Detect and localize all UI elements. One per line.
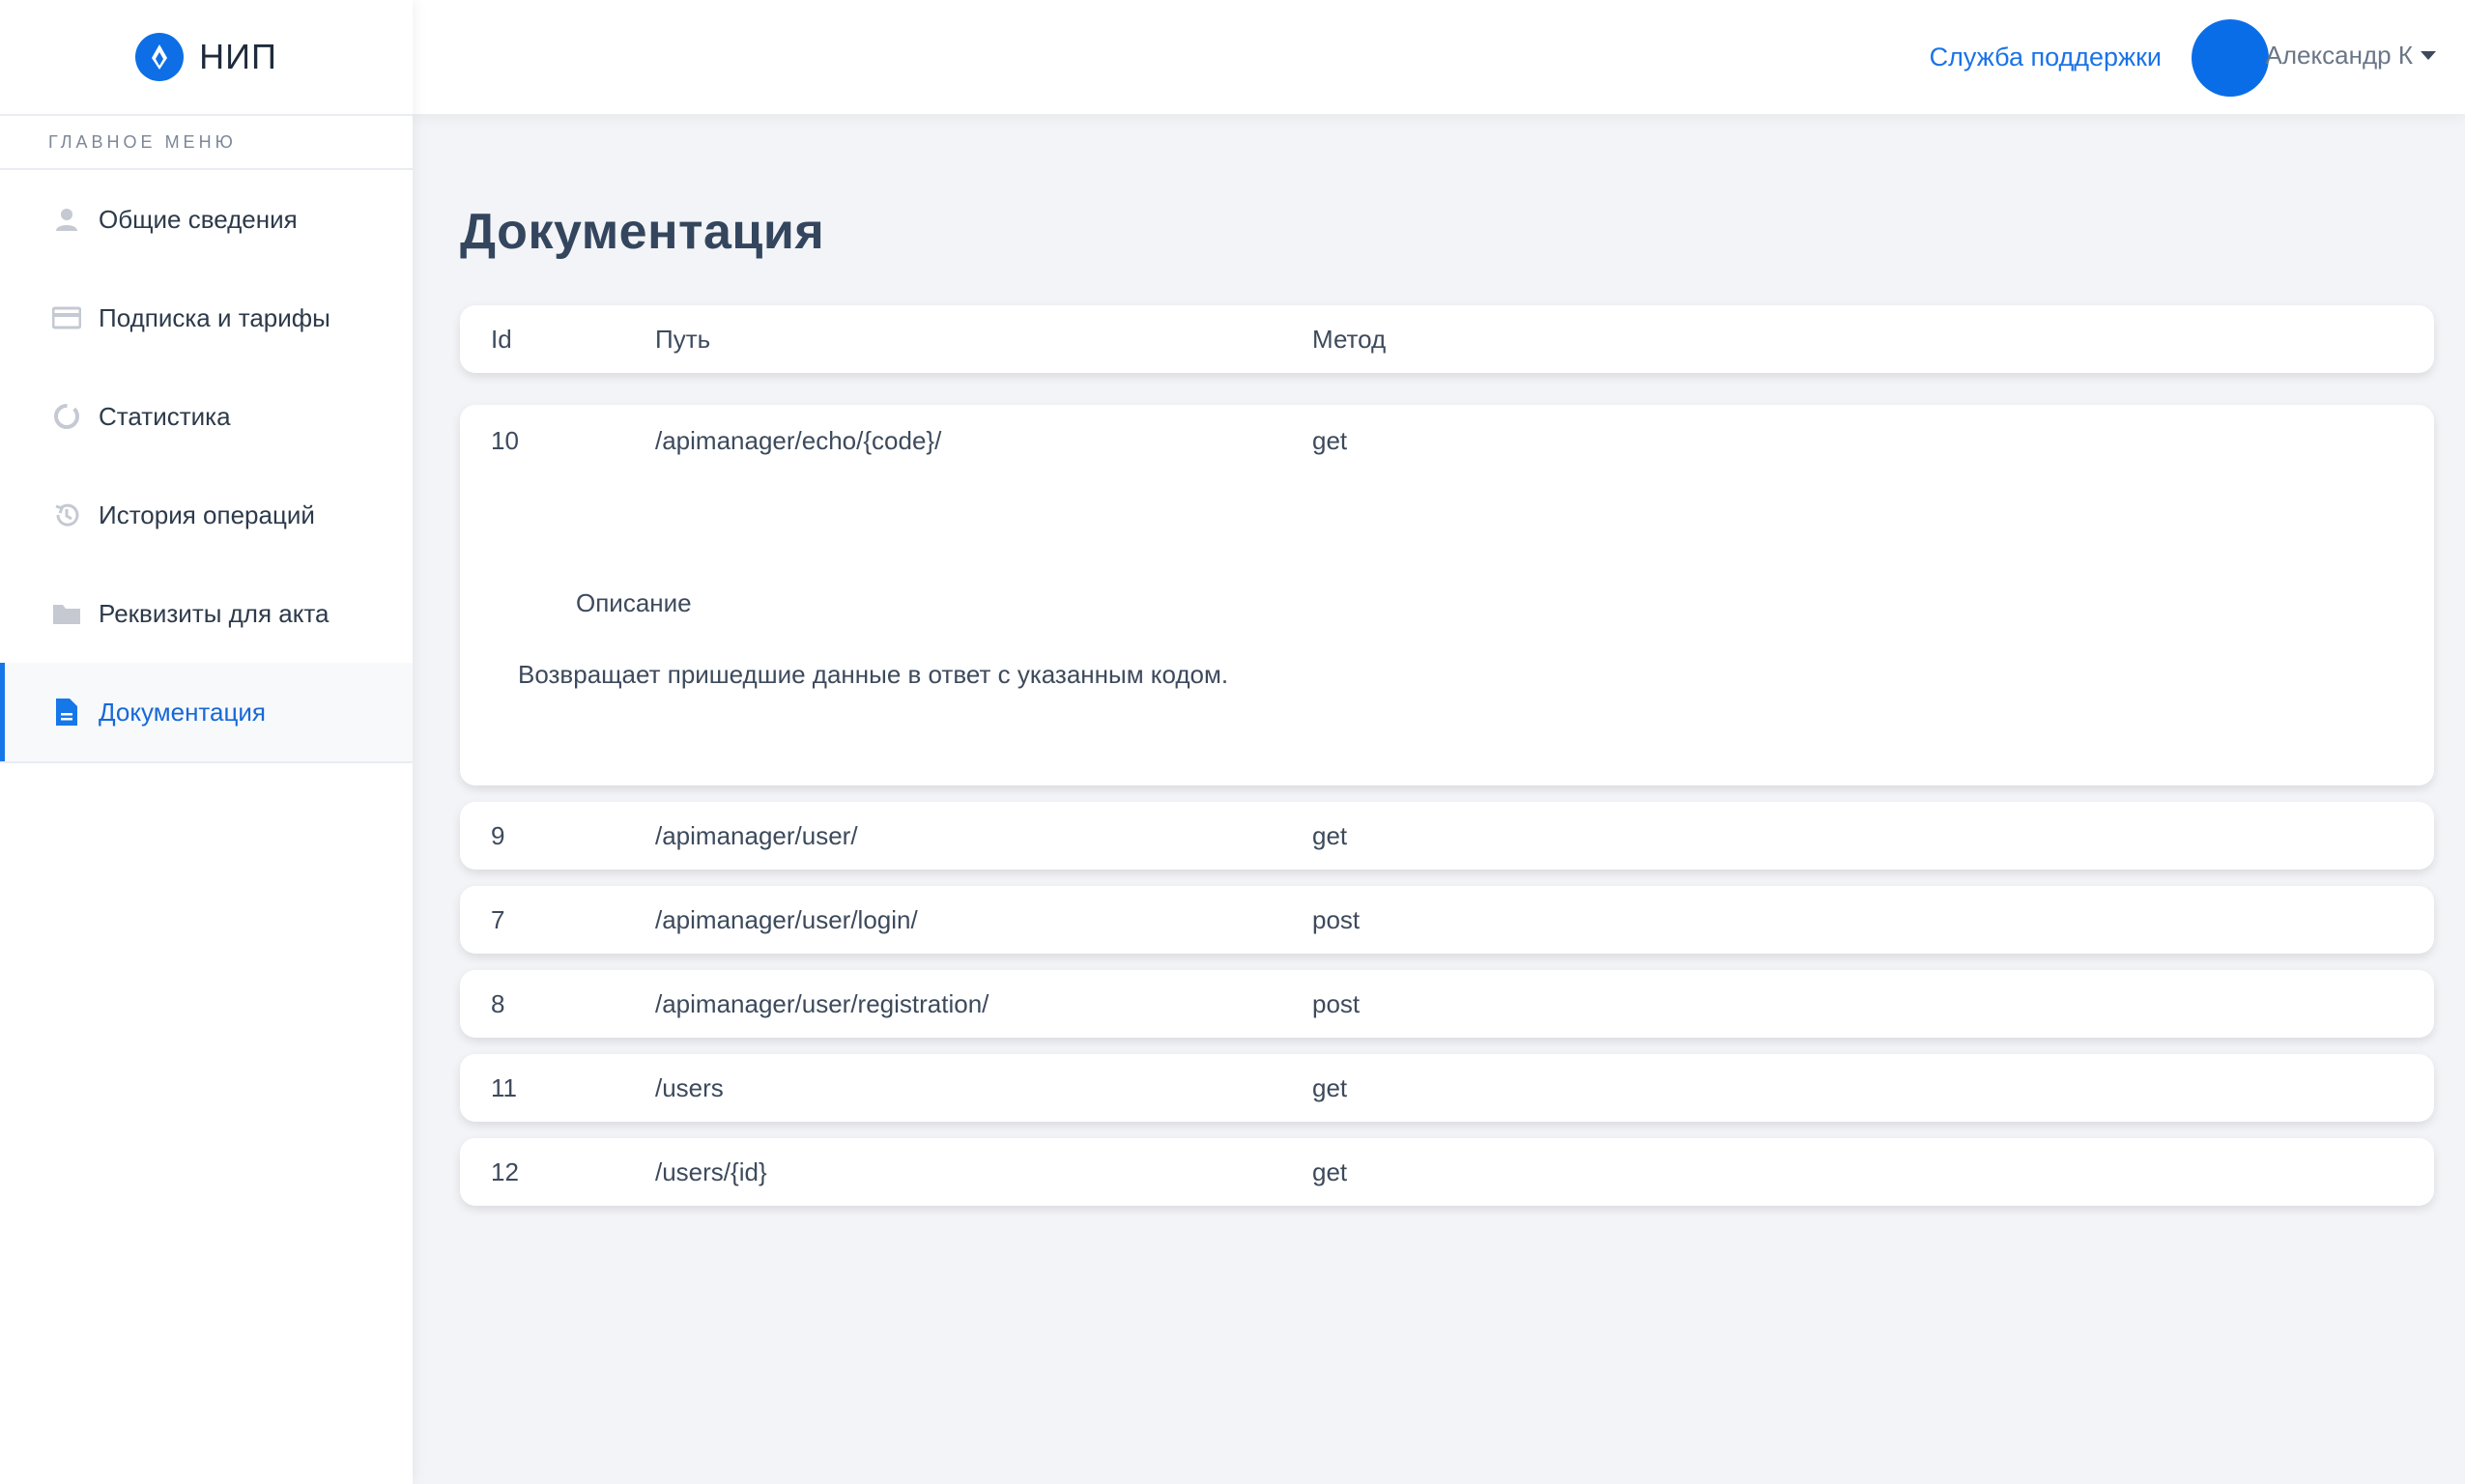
- sidebar-item-history[interactable]: История операций: [0, 466, 413, 564]
- sidebar-item-general[interactable]: Общие сведения: [0, 170, 413, 269]
- folder-icon: [52, 599, 81, 628]
- table-row-expanded[interactable]: 10 /apimanager/echo/{code}/ get Описание…: [460, 405, 2434, 785]
- page-title: Документация: [460, 204, 825, 260]
- sidebar-item-label: Реквизиты для акта: [99, 598, 330, 628]
- row-method: get: [1312, 1156, 1348, 1186]
- row-path: /users/{id}: [655, 1156, 767, 1186]
- sidebar-item-statistics[interactable]: Статистика: [0, 367, 413, 466]
- user-menu[interactable]: Александр К: [2266, 41, 2436, 71]
- row-id: 12: [491, 1156, 519, 1186]
- table-row[interactable]: 9 /apimanager/user/ get: [460, 802, 2434, 870]
- sidebar-item-subscription[interactable]: Подписка и тарифы: [0, 269, 413, 367]
- column-header-method: Метод: [1312, 324, 1387, 354]
- row-method: get: [1312, 1072, 1348, 1102]
- sidebar-item-documentation[interactable]: Документация: [0, 663, 413, 763]
- top-bar: Служба поддержки Александр К: [413, 0, 2465, 114]
- sidebar-item-requisites[interactable]: Реквизиты для акта: [0, 564, 413, 663]
- column-header-path: Путь: [655, 324, 711, 354]
- brand[interactable]: НИП: [0, 0, 413, 116]
- description-label: Описание: [576, 588, 692, 617]
- chevron-down-icon: [2421, 51, 2436, 60]
- sidebar-item-label: История операций: [99, 499, 315, 529]
- history-icon: [52, 500, 81, 529]
- row-id: 8: [491, 988, 505, 1018]
- row-method: post: [1312, 988, 1361, 1018]
- description-text: Возвращает пришедшие данные в ответ с ук…: [518, 660, 1229, 689]
- support-link[interactable]: Служба поддержки: [1930, 43, 2162, 72]
- row-method: get: [1312, 425, 1348, 455]
- main-menu-header: Главное меню: [0, 116, 413, 170]
- table-row[interactable]: 7 /apimanager/user/login/ post: [460, 886, 2434, 954]
- sidebar-item-label: Документация: [99, 697, 266, 727]
- row-id: 9: [491, 820, 505, 850]
- table-row[interactable]: 8 /apimanager/user/registration/ post: [460, 970, 2434, 1038]
- sidebar-item-label: Подписка и тарифы: [99, 302, 330, 332]
- chart-ring-icon: [52, 402, 81, 431]
- row-id: 10: [491, 425, 519, 455]
- table-row[interactable]: 11 /users get: [460, 1054, 2434, 1122]
- row-path: /apimanager/echo/{code}/: [655, 425, 942, 455]
- sidebar-item-label: Статистика: [99, 401, 231, 431]
- column-header-id: Id: [491, 324, 512, 354]
- row-path: /apimanager/user/: [655, 820, 858, 850]
- brand-name: НИП: [199, 37, 277, 76]
- document-icon: [52, 698, 81, 727]
- row-path: /apimanager/user/login/: [655, 904, 918, 934]
- main-menu: Общие сведения Подписка и тарифы Статист…: [0, 170, 413, 763]
- sidebar: НИП Главное меню Общие сведения Подписка…: [0, 0, 413, 1484]
- sidebar-item-label: Общие сведения: [99, 204, 298, 234]
- avatar[interactable]: [2192, 19, 2269, 97]
- row-path: /apimanager/user/registration/: [655, 988, 989, 1018]
- row-path: /users: [655, 1072, 724, 1102]
- credit-card-icon: [52, 303, 81, 332]
- table-header: Id Путь Метод: [460, 305, 2434, 373]
- user-name: Александр К: [2265, 41, 2413, 70]
- row-id: 11: [491, 1072, 517, 1102]
- row-id: 7: [491, 904, 505, 934]
- table-row[interactable]: 12 /users/{id} get: [460, 1138, 2434, 1206]
- flame-logo-icon: [135, 33, 185, 81]
- user-icon: [52, 205, 81, 234]
- row-method: post: [1312, 904, 1361, 934]
- row-method: get: [1312, 820, 1348, 850]
